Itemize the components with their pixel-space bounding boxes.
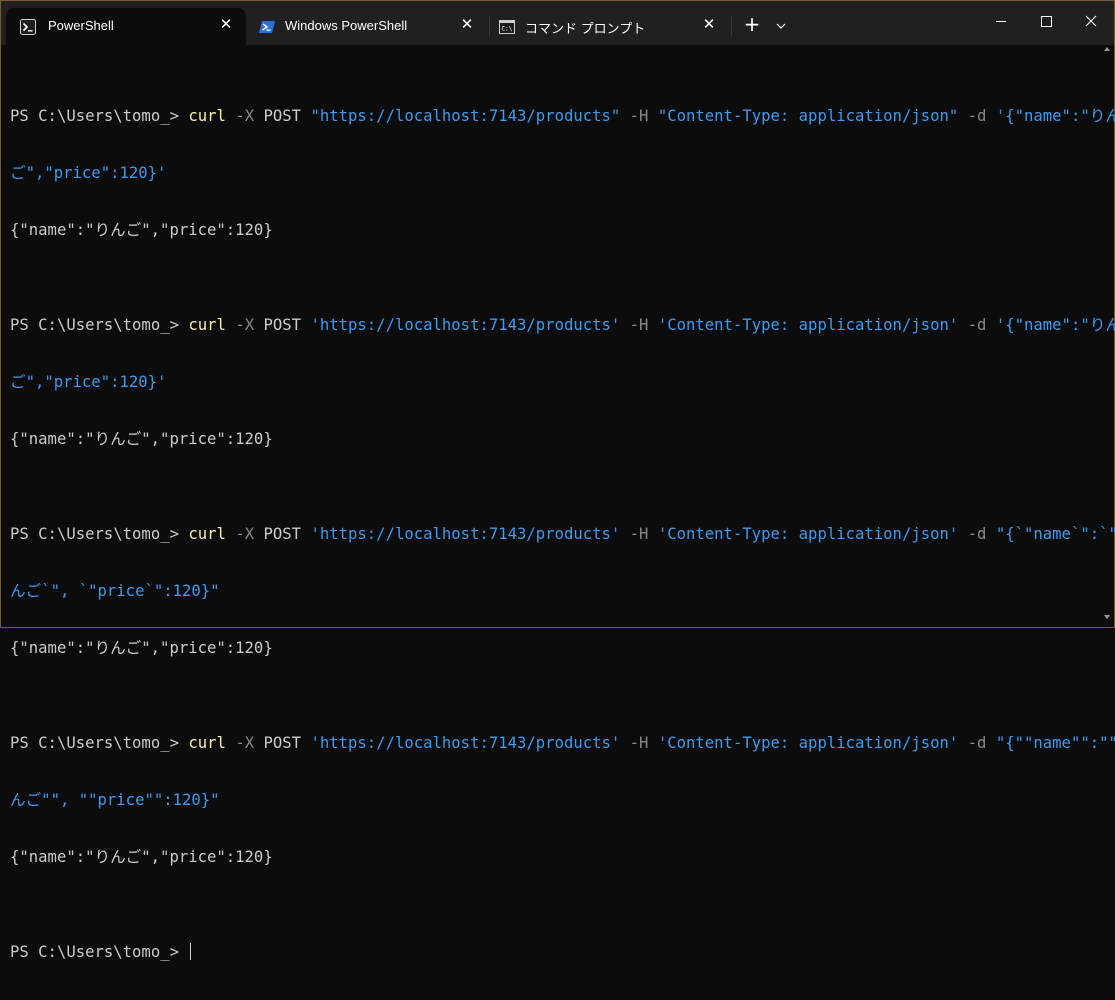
prompt: PS C:\Users\tomo_> xyxy=(10,943,189,961)
close-tab-icon[interactable]: ✕ xyxy=(216,15,236,35)
minimize-icon xyxy=(996,21,1006,22)
header-string: "Content-Type: application/json" xyxy=(657,107,959,125)
maximize-button[interactable] xyxy=(1023,1,1069,41)
parameter: -d xyxy=(958,107,996,125)
scroll-down-arrow-icon[interactable] xyxy=(1104,615,1110,619)
output-line: {"name":"りんご","price":120} xyxy=(10,639,273,657)
parameter: -H xyxy=(620,316,658,334)
chevron-down-icon xyxy=(776,23,786,29)
new-tab-button[interactable]: + xyxy=(741,13,763,37)
tab-dropdown-button[interactable] xyxy=(771,14,791,36)
scroll-up-arrow-icon[interactable] xyxy=(1104,47,1110,51)
parameter: -H xyxy=(620,107,658,125)
prompt: PS C:\Users\tomo_> xyxy=(10,316,189,334)
url-string: 'https://localhost:7143/products' xyxy=(310,316,621,334)
prompt: PS C:\Users\tomo_> xyxy=(10,734,189,752)
header-string: 'Content-Type: application/json' xyxy=(657,525,959,543)
argument: POST xyxy=(263,734,311,752)
title-bar: PowerShell ✕ Windows PowerShell ✕ C:\ コマ… xyxy=(1,1,1114,45)
argument: POST xyxy=(263,107,311,125)
parameter: -X xyxy=(225,525,264,543)
close-icon xyxy=(1085,15,1097,27)
tab-windows-powershell[interactable]: Windows PowerShell ✕ xyxy=(247,8,487,45)
parameter: -X xyxy=(225,316,264,334)
body-string: ご","price":120}' xyxy=(10,373,167,391)
command-line-wrap: ご","price":120}' xyxy=(10,164,1095,183)
body-string: んご`", `"price`":120}" xyxy=(10,582,220,600)
scrollbar[interactable] xyxy=(1105,53,1111,613)
output-line: {"name":"りんご","price":120} xyxy=(10,430,273,448)
command-line-wrap: ご","price":120}' xyxy=(10,373,1095,392)
terminal-window: PowerShell ✕ Windows PowerShell ✕ C:\ コマ… xyxy=(0,0,1115,961)
parameter: -H xyxy=(620,525,658,543)
close-button[interactable] xyxy=(1068,1,1114,41)
tab-powershell[interactable]: PowerShell ✕ xyxy=(6,8,246,45)
command-name: curl xyxy=(188,107,226,125)
prompt: PS C:\Users\tomo_> xyxy=(10,107,189,125)
cmd-icon: C:\ xyxy=(499,19,515,35)
header-string: 'Content-Type: application/json' xyxy=(657,316,959,334)
parameter: -X xyxy=(225,107,264,125)
command-name: curl xyxy=(188,316,226,334)
body-string: "{""name"":""り xyxy=(995,734,1115,752)
tab-command-prompt[interactable]: C:\ コマンド プロンプト ✕ xyxy=(489,8,729,45)
body-string: "{`"name`":`"り xyxy=(995,525,1115,543)
parameter: -d xyxy=(958,316,996,334)
argument: POST xyxy=(263,525,311,543)
minimize-button[interactable] xyxy=(978,1,1024,41)
tab-label: コマンド プロンプト xyxy=(525,21,646,36)
prompt: PS C:\Users\tomo_> xyxy=(10,525,189,543)
terminal-icon xyxy=(20,19,36,35)
command-line-wrap: んご`", `"price`":120}" xyxy=(10,582,1095,601)
command-line: PS C:\Users\tomo_> curl -X POST "https:/… xyxy=(10,107,1115,126)
header-string: 'Content-Type: application/json' xyxy=(657,734,959,752)
command-line-wrap: んご"", ""price"":120}" xyxy=(10,791,1095,810)
tab-divider xyxy=(731,16,732,36)
parameter: -H xyxy=(620,734,658,752)
body-string: んご"", ""price"":120}" xyxy=(10,791,220,809)
close-tab-icon[interactable]: ✕ xyxy=(699,15,719,35)
url-string: "https://localhost:7143/products" xyxy=(310,107,621,125)
parameter: -d xyxy=(958,734,996,752)
command-line: PS C:\Users\tomo_> curl -X POST 'https:/… xyxy=(10,734,1115,753)
body-string: '{"name":"りん xyxy=(995,316,1115,334)
tab-label: Windows PowerShell xyxy=(285,18,408,33)
url-string: 'https://localhost:7143/products' xyxy=(310,525,621,543)
body-string: '{"name":"りん xyxy=(995,107,1115,125)
output-line: {"name":"りんご","price":120} xyxy=(10,221,273,239)
parameter: -d xyxy=(958,525,996,543)
maximize-icon xyxy=(1041,16,1052,27)
parameter: -X xyxy=(225,734,264,752)
command-line: PS C:\Users\tomo_> curl -X POST 'https:/… xyxy=(10,525,1115,544)
prompt-line[interactable]: PS C:\Users\tomo_> xyxy=(10,943,1095,962)
powershell-icon xyxy=(259,19,275,35)
text-cursor xyxy=(190,943,192,960)
body-string: ご","price":120}' xyxy=(10,164,167,182)
terminal-output[interactable]: PS C:\Users\tomo_> curl -X POST "https:/… xyxy=(10,50,1115,1000)
output-line: {"name":"りんご","price":120} xyxy=(10,848,273,866)
svg-text:C:\: C:\ xyxy=(502,26,513,33)
command-line: PS C:\Users\tomo_> curl -X POST 'https:/… xyxy=(10,316,1115,335)
command-name: curl xyxy=(188,734,226,752)
command-name: curl xyxy=(188,525,226,543)
close-tab-icon[interactable]: ✕ xyxy=(457,15,477,35)
url-string: 'https://localhost:7143/products' xyxy=(310,734,621,752)
argument: POST xyxy=(263,316,311,334)
tab-label: PowerShell xyxy=(48,18,114,33)
